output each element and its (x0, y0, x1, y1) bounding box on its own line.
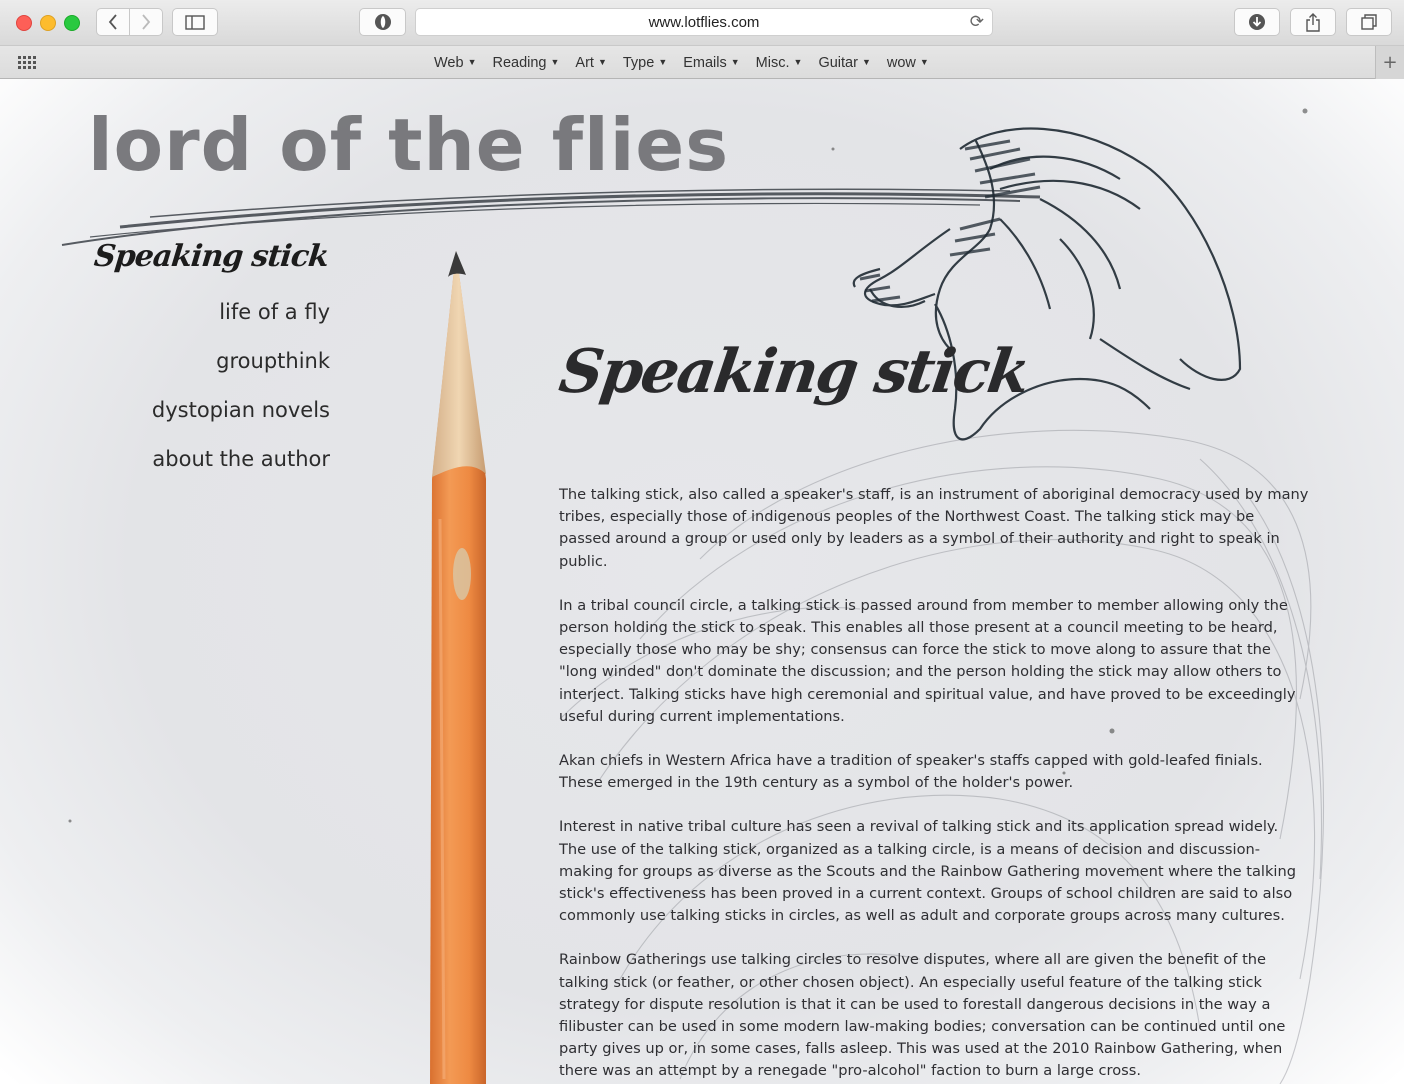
head-hatching (859, 139, 1041, 303)
favorite-type[interactable]: Type ▼ (615, 55, 675, 71)
close-window-button[interactable] (16, 15, 32, 31)
favorite-label: Web (434, 54, 464, 71)
privacy-button[interactable] (359, 8, 406, 36)
minimize-window-button[interactable] (40, 15, 56, 31)
chevron-down-icon: ▼ (597, 56, 607, 67)
chevron-right-icon (142, 14, 151, 30)
article-heading: Speaking stick (555, 337, 1033, 407)
zoom-window-button[interactable] (64, 15, 80, 31)
forward-button[interactable] (129, 8, 163, 36)
web-page: lord of the flies Speaking stick life of… (0, 79, 1404, 1084)
apps-grid-icon[interactable] (18, 56, 36, 70)
url-text: www.lotflies.com (648, 13, 760, 31)
article-paragraph: Rainbow Gatherings use talking circles t… (559, 951, 1286, 1080)
chevron-down-icon: ▼ (793, 56, 803, 67)
new-tab-plus-icon[interactable]: + (1375, 46, 1404, 79)
nav-item-groupthink[interactable]: groupthink (60, 337, 330, 386)
favorite-web[interactable]: Web ▼ (426, 55, 484, 71)
favorite-label: wow (886, 54, 916, 71)
download-icon (1249, 14, 1265, 30)
pencil-illustration (430, 251, 486, 1084)
favorite-guitar[interactable]: Guitar ▼ (810, 55, 878, 71)
favorite-wow[interactable]: wow ▼ (879, 55, 937, 71)
site-title: lord of the flies (88, 103, 730, 187)
article-paragraph: Akan chiefs in Western Africa have a tra… (559, 752, 1263, 792)
favorite-misc[interactable]: Misc. ▼ (748, 55, 811, 71)
favorite-label: Type (622, 54, 655, 71)
address-bar[interactable]: www.lotflies.com ⟳ (415, 8, 993, 36)
chevron-down-icon: ▼ (550, 56, 560, 67)
favorite-label: Misc. (755, 54, 790, 71)
chevron-left-icon (108, 14, 117, 30)
favorite-reading[interactable]: Reading ▼ (484, 55, 567, 71)
nav-item-about-the-author[interactable]: about the author (60, 435, 330, 484)
shield-icon (374, 14, 391, 30)
favorite-art[interactable]: Art ▼ (567, 55, 614, 71)
favorite-label: Reading (492, 54, 547, 71)
favorites-bar: Web ▼ Reading ▼ Art ▼ Type ▼ Emails ▼ Misc. ▼ … (0, 45, 1404, 79)
favorite-label: Art (575, 54, 594, 71)
nav-item-speaking-stick[interactable]: Speaking stick (58, 239, 332, 274)
article-paragraph: Interest in native tribal culture has se… (559, 818, 1296, 925)
chevron-down-icon: ▼ (861, 56, 871, 67)
chevron-down-icon: ▼ (730, 56, 740, 67)
sidebar-icon (185, 14, 205, 30)
back-button[interactable] (96, 8, 130, 36)
chevron-down-icon: ▼ (467, 56, 477, 67)
favorites-list: Web ▼ Reading ▼ Art ▼ Type ▼ Emails ▼ Misc. ▼ … (426, 46, 937, 79)
browser-titlebar: www.lotflies.com ⟳ (0, 0, 1404, 45)
chevron-down-icon: ▼ (658, 56, 668, 67)
sidebar-toggle-button[interactable] (172, 8, 218, 36)
article-body: The talking stick, also called a speaker… (559, 484, 1309, 1084)
article-paragraph: The talking stick, also called a speaker… (559, 486, 1309, 570)
tabs-icon (1361, 14, 1377, 30)
nav-item-dystopian-novels[interactable]: dystopian novels (60, 386, 330, 435)
chevron-down-icon: ▼ (919, 56, 929, 67)
favorite-label: Emails (683, 54, 727, 71)
share-button[interactable] (1290, 8, 1336, 36)
site-navigation: Speaking stick life of a fly groupthink … (60, 239, 330, 484)
downloads-button[interactable] (1234, 8, 1280, 36)
nav-item-life-of-a-fly[interactable]: life of a fly (60, 288, 330, 337)
share-icon (1306, 12, 1320, 32)
article-paragraph: In a tribal council circle, a talking st… (559, 596, 1296, 725)
pencil-stroke-line (61, 188, 1041, 246)
show-tabs-button[interactable] (1346, 8, 1392, 36)
reload-icon[interactable]: ⟳ (970, 12, 984, 32)
favorite-label: Guitar (818, 54, 858, 71)
favorite-emails[interactable]: Emails ▼ (675, 55, 747, 71)
